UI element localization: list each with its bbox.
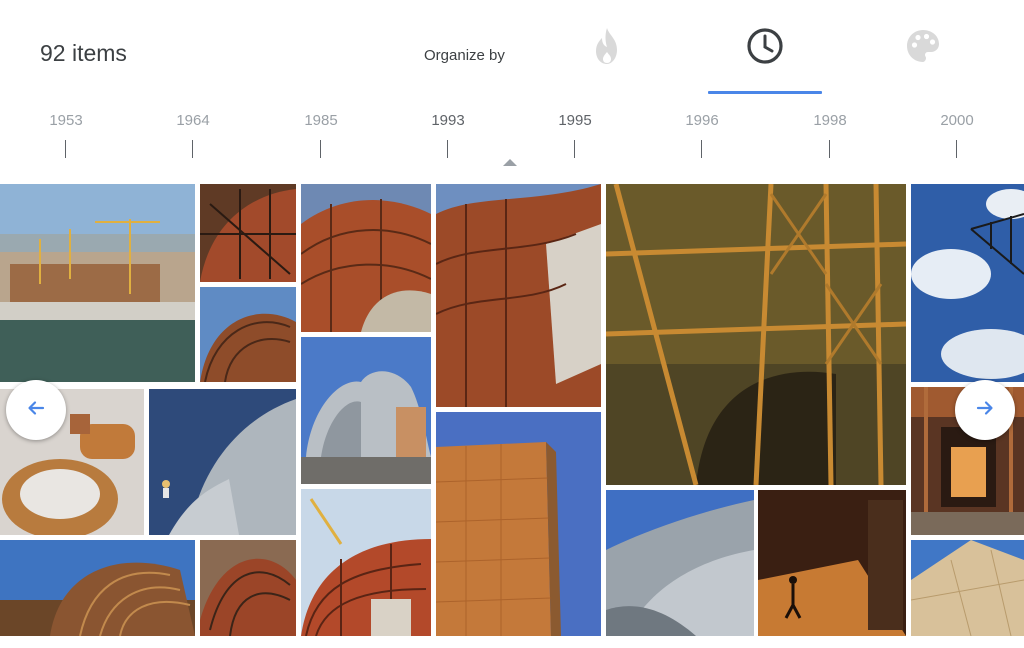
previous-button[interactable]	[6, 380, 66, 440]
year-label: 2000	[940, 112, 974, 129]
gallery-image[interactable]	[436, 184, 601, 407]
timeline-year-1993[interactable]: 1993	[408, 112, 488, 158]
gallery-image[interactable]	[911, 540, 1024, 636]
year-label: 1964	[176, 112, 210, 129]
timeline-tick	[956, 140, 957, 158]
year-label: 1998	[813, 112, 847, 129]
header: 92 items Organize by	[0, 0, 1024, 100]
gallery-image[interactable]	[606, 184, 906, 485]
organize-selected-indicator	[708, 91, 822, 94]
timeline-year-2000[interactable]: 2000	[917, 112, 997, 158]
gallery-image[interactable]	[436, 412, 601, 636]
timeline-tick	[447, 140, 448, 158]
image-gallery	[0, 184, 1024, 640]
gallery-image[interactable]	[758, 490, 906, 636]
gallery-image[interactable]	[301, 184, 431, 332]
next-button[interactable]	[955, 380, 1015, 440]
timeline-tick	[701, 140, 702, 158]
year-label: 1953	[49, 112, 83, 129]
gallery-image[interactable]	[200, 184, 296, 282]
timeline-tick	[829, 140, 830, 158]
palette-icon	[904, 27, 942, 70]
organize-by-label: Organize by	[424, 47, 505, 64]
gallery-image[interactable]	[606, 490, 754, 636]
year-label: 1995	[558, 112, 592, 129]
gallery-image[interactable]	[301, 337, 431, 484]
timeline-year-1953[interactable]: 1953	[26, 112, 106, 158]
clock-icon	[745, 26, 785, 71]
gallery-image[interactable]	[911, 184, 1024, 382]
organize-popularity-button[interactable]	[578, 24, 636, 72]
arrow-left-icon	[27, 399, 45, 422]
gallery-image[interactable]	[0, 184, 195, 382]
gallery-image[interactable]	[0, 540, 195, 636]
timeline-tick	[320, 140, 321, 158]
timeline-year-1995[interactable]: 1995	[535, 112, 615, 158]
timeline-year-1964[interactable]: 1964	[153, 112, 233, 158]
timeline-year-1998[interactable]: 1998	[790, 112, 870, 158]
gallery-image[interactable]	[149, 389, 296, 535]
gallery-image[interactable]	[301, 489, 431, 636]
year-label: 1985	[304, 112, 338, 129]
timeline-year-1985[interactable]: 1985	[281, 112, 361, 158]
year-label: 1993	[431, 112, 465, 129]
flame-icon	[590, 26, 624, 71]
gallery-image[interactable]	[200, 540, 296, 636]
year-label: 1996	[685, 112, 719, 129]
organize-time-button[interactable]	[736, 24, 794, 72]
timeline-year-1996[interactable]: 1996	[662, 112, 742, 158]
organize-color-button[interactable]	[894, 24, 952, 72]
gallery-image[interactable]	[200, 287, 296, 382]
timeline-position-marker	[503, 159, 517, 166]
timeline-tick	[574, 140, 575, 158]
arrow-right-icon	[976, 399, 994, 422]
timeline-tick	[65, 140, 66, 158]
item-count: 92 items	[40, 40, 127, 66]
timeline-tick	[192, 140, 193, 158]
